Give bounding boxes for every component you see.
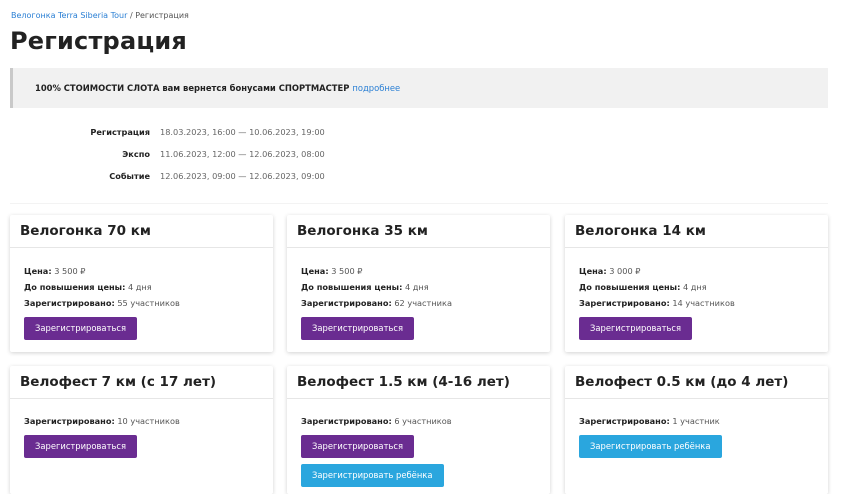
registered-label: Зарегистрировано: (24, 298, 115, 308)
price-increase-value: 4 дня (682, 282, 707, 292)
price-value: 3 500 ₽ (54, 266, 86, 276)
register-button[interactable]: Зарегистрироваться (301, 435, 415, 458)
card-title: Велогонка 70 км (10, 215, 273, 248)
register-child-button[interactable]: Зарегистрировать ребёнка (579, 435, 722, 458)
card-title: Велофест 0.5 км (до 4 лет) (565, 366, 828, 399)
price-line: Цена: 3 000 ₽ (579, 263, 828, 279)
price-increase-line: До повышения цены: 4 дня (24, 279, 273, 295)
registered-label: Зарегистрировано: (301, 298, 392, 308)
price-line: Цена: 3 500 ₽ (301, 263, 550, 279)
card-body: Цена: 3 500 ₽ До повышения цены: 4 дня З… (287, 248, 550, 340)
date-value: 11.06.2023, 12:00 — 12.06.2023, 08:00 (160, 149, 325, 159)
card-body: Цена: 3 500 ₽ До повышения цены: 4 дня З… (10, 248, 273, 340)
registered-line: Зарегистрировано: 1 участник (579, 413, 828, 429)
registered-value: 6 участников (394, 416, 452, 426)
date-row-registration: Регистрация 18.03.2023, 16:00 — 10.06.20… (0, 127, 400, 141)
race-card-35km: Велогонка 35 км Цена: 3 500 ₽ До повышен… (287, 215, 550, 352)
price-increase-value: 4 дня (127, 282, 152, 292)
register-button[interactable]: Зарегистрироваться (24, 317, 138, 340)
registered-value: 1 участник (672, 416, 720, 426)
price-increase-label: До повышения цены: (301, 282, 403, 292)
card-title: Велогонка 14 км (565, 215, 828, 248)
price-label: Цена: (24, 266, 52, 276)
price-increase-label: До повышения цены: (24, 282, 126, 292)
card-title: Велогонка 35 км (287, 215, 550, 248)
race-card-velofest-1-5km: Велофест 1.5 км (4-16 лет) Зарегистриров… (287, 366, 550, 494)
registered-value: 14 участников (672, 298, 735, 308)
card-body: Зарегистрировано: 6 участников Зарегистр… (287, 399, 550, 487)
promo-banner: 100% СТОИМОСТИ СЛОТА вам вернется бонуса… (10, 68, 828, 108)
race-card-14km: Велогонка 14 км Цена: 3 000 ₽ До повышен… (565, 215, 828, 352)
registered-label: Зарегистрировано: (301, 416, 392, 426)
card-body: Зарегистрировано: 10 участников Зарегист… (10, 399, 273, 458)
registered-label: Зарегистрировано: (24, 416, 115, 426)
price-increase-label: До повышения цены: (579, 282, 681, 292)
date-row-event: Событие 12.06.2023, 09:00 — 12.06.2023, … (0, 171, 400, 185)
race-card-velofest-0-5km: Велофест 0.5 км (до 4 лет) Зарегистриров… (565, 366, 828, 494)
breadcrumb: Велогонка Terra Siberia Tour / Регистрац… (11, 11, 189, 20)
price-increase-value: 4 дня (404, 282, 429, 292)
registered-value: 62 участника (394, 298, 452, 308)
date-value: 12.06.2023, 09:00 — 12.06.2023, 09:00 (160, 171, 325, 181)
price-label: Цена: (579, 266, 607, 276)
register-button[interactable]: Зарегистрироваться (24, 435, 138, 458)
registered-line: Зарегистрировано: 62 участника (301, 295, 550, 311)
registered-label: Зарегистрировано: (579, 298, 670, 308)
race-card-velofest-7km: Велофест 7 км (с 17 лет) Зарегистрирован… (10, 366, 273, 494)
card-title: Велофест 7 км (с 17 лет) (10, 366, 273, 399)
price-value: 3 000 ₽ (609, 266, 641, 276)
register-button[interactable]: Зарегистрироваться (301, 317, 415, 340)
race-card-70km: Велогонка 70 км Цена: 3 500 ₽ До повышен… (10, 215, 273, 352)
divider (10, 203, 828, 204)
price-label: Цена: (301, 266, 329, 276)
register-child-button[interactable]: Зарегистрировать ребёнка (301, 464, 444, 487)
page-title: Регистрация (10, 27, 187, 55)
date-row-expo: Экспо 11.06.2023, 12:00 — 12.06.2023, 08… (0, 149, 400, 163)
registered-line: Зарегистрировано: 10 участников (24, 413, 273, 429)
registered-label: Зарегистрировано: (579, 416, 670, 426)
date-label: Регистрация (90, 127, 150, 137)
registered-line: Зарегистрировано: 14 участников (579, 295, 828, 311)
registered-value: 10 участников (117, 416, 180, 426)
card-body: Зарегистрировано: 1 участник Зарегистрир… (565, 399, 828, 458)
date-value: 18.03.2023, 16:00 — 10.06.2023, 19:00 (160, 127, 325, 137)
promo-text: 100% СТОИМОСТИ СЛОТА вам вернется бонуса… (35, 83, 350, 93)
breadcrumb-current: Регистрация (135, 11, 189, 20)
breadcrumb-event-link[interactable]: Велогонка Terra Siberia Tour (11, 11, 127, 20)
card-body: Цена: 3 000 ₽ До повышения цены: 4 дня З… (565, 248, 828, 340)
price-increase-line: До повышения цены: 4 дня (579, 279, 828, 295)
promo-more-link[interactable]: подробнее (352, 83, 400, 93)
register-button[interactable]: Зарегистрироваться (579, 317, 693, 340)
price-increase-line: До повышения цены: 4 дня (301, 279, 550, 295)
registered-line: Зарегистрировано: 55 участников (24, 295, 273, 311)
price-line: Цена: 3 500 ₽ (24, 263, 273, 279)
price-value: 3 500 ₽ (331, 266, 363, 276)
date-label: Событие (109, 171, 150, 181)
registered-line: Зарегистрировано: 6 участников (301, 413, 550, 429)
date-label: Экспо (122, 149, 150, 159)
registered-value: 55 участников (117, 298, 180, 308)
card-title: Велофест 1.5 км (4-16 лет) (287, 366, 550, 399)
